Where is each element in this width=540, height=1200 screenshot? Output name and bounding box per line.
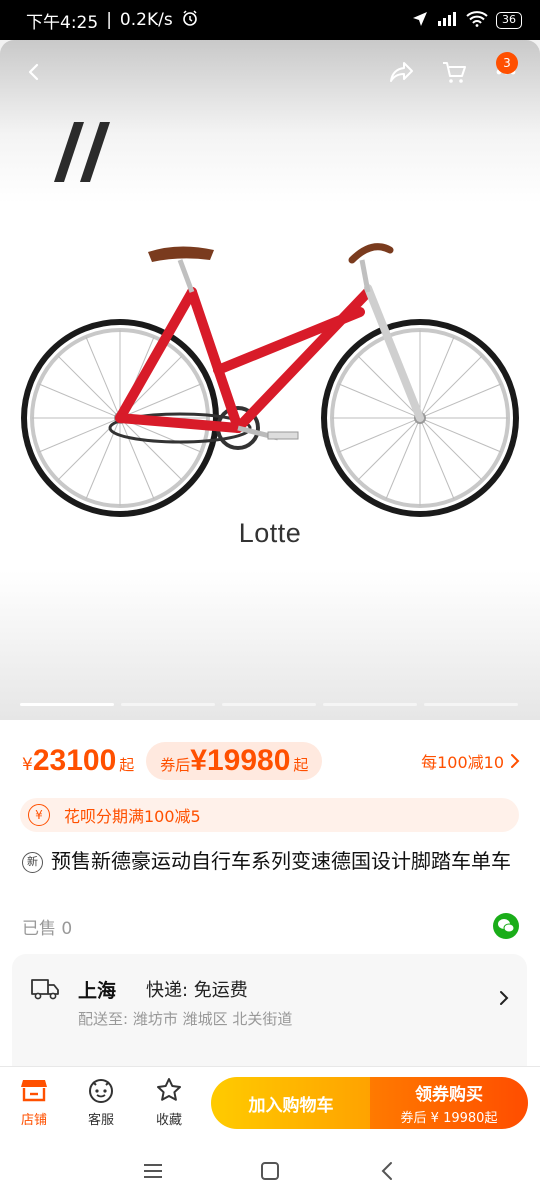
home-icon (261, 1162, 279, 1180)
back-nav-button[interactable] (372, 1156, 402, 1186)
product-image-carousel[interactable]: 3 Lotte (0, 40, 540, 720)
wifi-icon (466, 10, 488, 30)
status-time: 下午4:25 (26, 12, 99, 33)
battery-indicator: 36 (496, 11, 522, 29)
cart-button[interactable] (436, 54, 472, 90)
bottom-action-bar: 店铺 客服 收藏 加入购物车 领券购买 券后 ¥ 19980起 (0, 1066, 540, 1138)
coupon-price-value: ¥19980 (190, 744, 291, 777)
product-title: 新预售新德豪运动自行车系列变速德国设计脚踏车单车 (22, 846, 512, 876)
huabei-installment-banner[interactable]: ¥ 花呗分期满100减5 (20, 798, 519, 832)
carousel-dot (121, 703, 215, 706)
brand-logo (52, 120, 114, 188)
cart-count-badge: 3 (496, 52, 518, 74)
system-nav-bar (0, 1138, 540, 1200)
status-speed: 0.2K/s (119, 10, 173, 30)
price-value: 23100 (32, 744, 117, 777)
chevron-right-icon (499, 990, 509, 1010)
store-icon (9, 1075, 59, 1105)
chevron-right-icon (511, 754, 520, 768)
huabei-text: 花呗分期满100减5 (64, 807, 201, 826)
product-info: ¥ 23100 起 券后 ¥19980 起 每100减10 ¥ 花呗分期满100… (0, 720, 540, 1094)
favorite-tab[interactable]: 收藏 (144, 1075, 194, 1128)
delivery-address: 配送至: 潍坊市 潍城区 北关街道 (78, 1010, 293, 1028)
coupon-buy-button[interactable]: 领券购买 券后 ¥ 19980起 (370, 1077, 528, 1129)
price: ¥ 23100 起 (22, 744, 135, 777)
back-button[interactable] (16, 54, 52, 90)
alarm-icon (181, 9, 199, 32)
share-icon (390, 62, 413, 82)
bicycle-image (20, 220, 520, 524)
shipping-fee: 快递: 免运费 (146, 980, 248, 1001)
menu-icon (144, 1164, 162, 1178)
signal-icon (436, 11, 458, 30)
model-name-label: Lotte (238, 518, 302, 548)
new-tag-icon: 新 (22, 851, 43, 873)
carousel-dot (20, 703, 114, 706)
status-bar: 下午4:25 | 0.2K/s 36 (0, 0, 540, 40)
home-button[interactable] (255, 1156, 285, 1186)
menu-button[interactable] (138, 1156, 168, 1186)
carousel-dot (323, 703, 417, 706)
yuan-icon: ¥ (28, 804, 50, 826)
coupon-price-badge: 券后 ¥19980 起 (146, 742, 323, 780)
wechat-share-button[interactable] (493, 913, 519, 939)
wechat-icon (498, 919, 515, 933)
carousel-dot (222, 703, 316, 706)
share-button[interactable] (384, 54, 420, 90)
location-icon (412, 11, 428, 30)
back-icon (28, 63, 39, 81)
sold-count: 已售 0 (22, 919, 73, 939)
customer-service-icon (76, 1075, 126, 1105)
delivery-truck-icon (30, 974, 60, 1006)
store-tab[interactable]: 店铺 (9, 1075, 59, 1128)
star-icon (144, 1075, 194, 1105)
cart-icon (443, 62, 466, 83)
back-arrow-icon (381, 1162, 392, 1180)
add-to-cart-button[interactable]: 加入购物车 (211, 1077, 371, 1129)
price-row: ¥ 23100 起 券后 ¥19980 起 每100减10 (22, 740, 520, 782)
carousel-dot (424, 703, 518, 706)
carousel-indicator (20, 703, 518, 706)
ship-from-city: 上海 (78, 980, 117, 1002)
customer-service-tab[interactable]: 客服 (76, 1075, 126, 1128)
discount-link[interactable]: 每100减10 (421, 749, 520, 773)
